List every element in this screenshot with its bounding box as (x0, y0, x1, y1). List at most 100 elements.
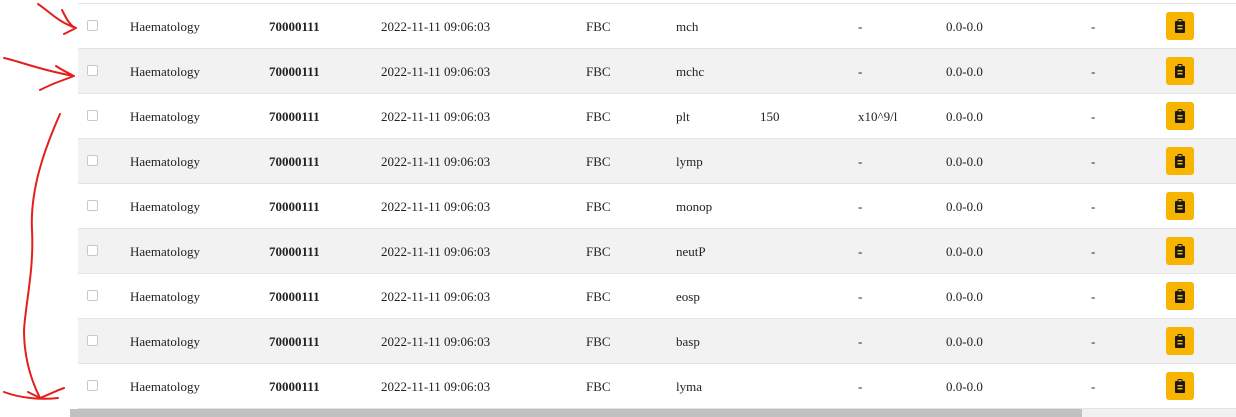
clipboard-icon (1175, 244, 1185, 258)
panel-cell: FBC (586, 154, 611, 169)
test-cell: mch (676, 19, 699, 34)
department-cell: Haematology (130, 109, 201, 124)
range-cell: 0.0-0.0 (946, 244, 983, 259)
clipboard-button[interactable] (1166, 282, 1194, 310)
row-checkbox[interactable] (87, 155, 98, 166)
flag-cell: - (1091, 64, 1096, 79)
unit-cell: - (858, 19, 863, 34)
flag-cell: - (1091, 244, 1096, 259)
clipboard-icon (1175, 334, 1185, 348)
clipboard-icon (1175, 19, 1185, 33)
table-row: Haematology 70000111 2022-11-11 09:06:03… (78, 4, 1236, 49)
annotation-bracket (23, 113, 65, 399)
table-row: Haematology 70000111 2022-11-11 09:06:03… (78, 229, 1236, 274)
table-row: Haematology 70000111 2022-11-11 09:06:03… (78, 184, 1236, 229)
unit-cell: - (858, 379, 863, 394)
unit-cell: - (858, 289, 863, 304)
panel-cell: FBC (586, 244, 611, 259)
clipboard-button[interactable] (1166, 147, 1194, 175)
test-cell: lyma (676, 379, 702, 394)
date-cell: 2022-11-11 09:06:03 (381, 334, 491, 349)
clipboard-icon (1175, 109, 1185, 123)
flag-cell: - (1091, 19, 1096, 34)
sample-id-cell: 70000111 (269, 379, 320, 394)
department-cell: Haematology (130, 334, 201, 349)
clipboard-button[interactable] (1166, 12, 1194, 40)
table-row: Haematology 70000111 2022-11-11 09:06:03… (78, 364, 1236, 409)
table-row: Haematology 70000111 2022-11-11 09:06:03… (78, 274, 1236, 319)
table-row: Haematology 70000111 2022-11-11 09:06:03… (78, 139, 1236, 184)
clipboard-button[interactable] (1166, 102, 1194, 130)
sample-id-cell: 70000111 (269, 199, 320, 214)
flag-cell: - (1091, 289, 1096, 304)
test-cell: monop (676, 199, 713, 214)
range-cell: 0.0-0.0 (946, 109, 983, 124)
test-cell: neutP (676, 244, 706, 259)
panel-cell: FBC (586, 379, 611, 394)
department-cell: Haematology (130, 19, 201, 34)
sample-id-cell: 70000111 (269, 334, 320, 349)
range-cell: 0.0-0.0 (946, 334, 983, 349)
annotation-arrow-3 (3, 391, 59, 400)
range-cell: 0.0-0.0 (946, 379, 983, 394)
test-cell: eosp (676, 289, 700, 304)
unit-cell: - (858, 244, 863, 259)
panel-cell: FBC (586, 289, 611, 304)
row-checkbox[interactable] (87, 380, 98, 391)
annotation-arrow-1 (37, 3, 77, 35)
row-checkbox[interactable] (87, 200, 98, 211)
row-checkbox[interactable] (87, 335, 98, 346)
sample-id-cell: 70000111 (269, 64, 320, 79)
flag-cell: - (1091, 109, 1096, 124)
flag-cell: - (1091, 154, 1096, 169)
table-row: Haematology 70000111 2022-11-11 09:06:03… (78, 49, 1236, 94)
sample-id-cell: 70000111 (269, 244, 320, 259)
flag-cell: - (1091, 334, 1096, 349)
unit-cell: - (858, 334, 863, 349)
clipboard-icon (1175, 289, 1185, 303)
unit-cell: - (858, 154, 863, 169)
flag-cell: - (1091, 379, 1096, 394)
clipboard-button[interactable] (1166, 57, 1194, 85)
sample-id-cell: 70000111 (269, 109, 320, 124)
test-cell: lymp (676, 154, 703, 169)
results-table: Haematology 70000111 2022-11-11 09:06:03… (78, 3, 1236, 409)
clipboard-button[interactable] (1166, 372, 1194, 400)
date-cell: 2022-11-11 09:06:03 (381, 109, 491, 124)
sample-id-cell: 70000111 (269, 154, 320, 169)
clipboard-icon (1175, 199, 1185, 213)
date-cell: 2022-11-11 09:06:03 (381, 19, 491, 34)
scrollbar-thumb[interactable] (70, 409, 1082, 417)
row-checkbox[interactable] (87, 20, 98, 31)
test-cell: plt (676, 109, 690, 124)
row-checkbox[interactable] (87, 245, 98, 256)
red-annotation-marks (3, 3, 77, 400)
clipboard-button[interactable] (1166, 327, 1194, 355)
horizontal-scrollbar[interactable] (70, 409, 1236, 417)
flag-cell: - (1091, 199, 1096, 214)
range-cell: 0.0-0.0 (946, 64, 983, 79)
panel-cell: FBC (586, 334, 611, 349)
test-cell: mchc (676, 64, 705, 79)
department-cell: Haematology (130, 289, 201, 304)
department-cell: Haematology (130, 199, 201, 214)
range-cell: 0.0-0.0 (946, 199, 983, 214)
table-row: Haematology 70000111 2022-11-11 09:06:03… (78, 94, 1236, 139)
row-checkbox[interactable] (87, 65, 98, 76)
clipboard-icon (1175, 64, 1185, 78)
range-cell: 0.0-0.0 (946, 154, 983, 169)
annotation-arrow-2 (3, 57, 75, 91)
range-cell: 0.0-0.0 (946, 19, 983, 34)
clipboard-icon (1175, 379, 1185, 393)
unit-cell: - (858, 64, 863, 79)
date-cell: 2022-11-11 09:06:03 (381, 64, 491, 79)
date-cell: 2022-11-11 09:06:03 (381, 199, 491, 214)
department-cell: Haematology (130, 64, 201, 79)
clipboard-button[interactable] (1166, 237, 1194, 265)
row-checkbox[interactable] (87, 110, 98, 121)
row-checkbox[interactable] (87, 290, 98, 301)
department-cell: Haematology (130, 379, 201, 394)
clipboard-button[interactable] (1166, 192, 1194, 220)
unit-cell: x10^9/l (858, 109, 898, 124)
department-cell: Haematology (130, 244, 201, 259)
